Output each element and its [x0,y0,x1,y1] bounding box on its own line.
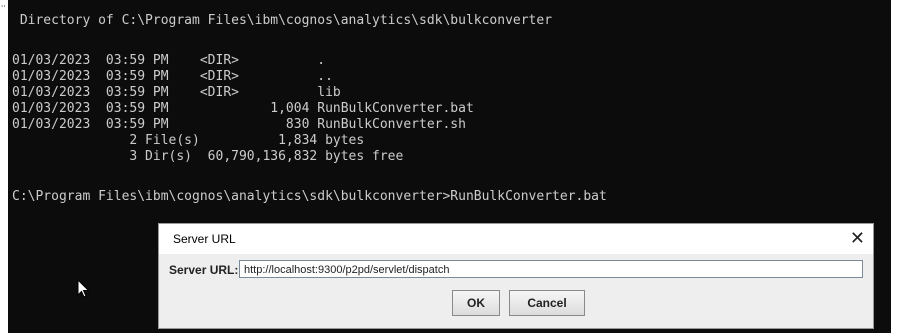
ok-button[interactable]: OK [452,290,500,316]
console-line: 01/03/2023 03:59 PM 1,004 RunBulkConvert… [12,101,474,116]
console-line: 01/03/2023 03:59 PM 830 RunBulkConverter… [12,117,466,132]
console-line: Directory of C:\Program Files\ibm\cognos… [12,13,553,28]
right-background-strip [891,0,903,333]
edge-glyph: '' [1,4,6,13]
cancel-button[interactable]: Cancel [509,290,585,316]
left-background-strip: '' [0,0,8,333]
server-url-label: Server URL: [169,263,239,277]
server-url-dialog: Server URL ✕ Server URL: http://localhos… [158,223,874,329]
dialog-title: Server URL [173,232,236,246]
console-prompt-line: C:\Program Files\ibm\cognos\analytics\sd… [12,189,607,204]
console-line: 3 Dir(s) 60,790,136,832 bytes free [12,149,404,164]
server-url-input[interactable]: http://localhost:9300/p2pd/servlet/dispa… [239,260,863,278]
console-line: 01/03/2023 03:59 PM <DIR> . [12,53,326,68]
dialog-titlebar[interactable]: Server URL ✕ [159,224,873,254]
console-line: 01/03/2023 03:59 PM <DIR> .. [12,69,333,84]
console-line: 2 File(s) 1,834 bytes [12,133,365,148]
console-line: 01/03/2023 03:59 PM <DIR> lib [12,85,341,100]
close-icon[interactable]: ✕ [850,227,865,249]
mouse-pointer-icon [77,279,90,298]
